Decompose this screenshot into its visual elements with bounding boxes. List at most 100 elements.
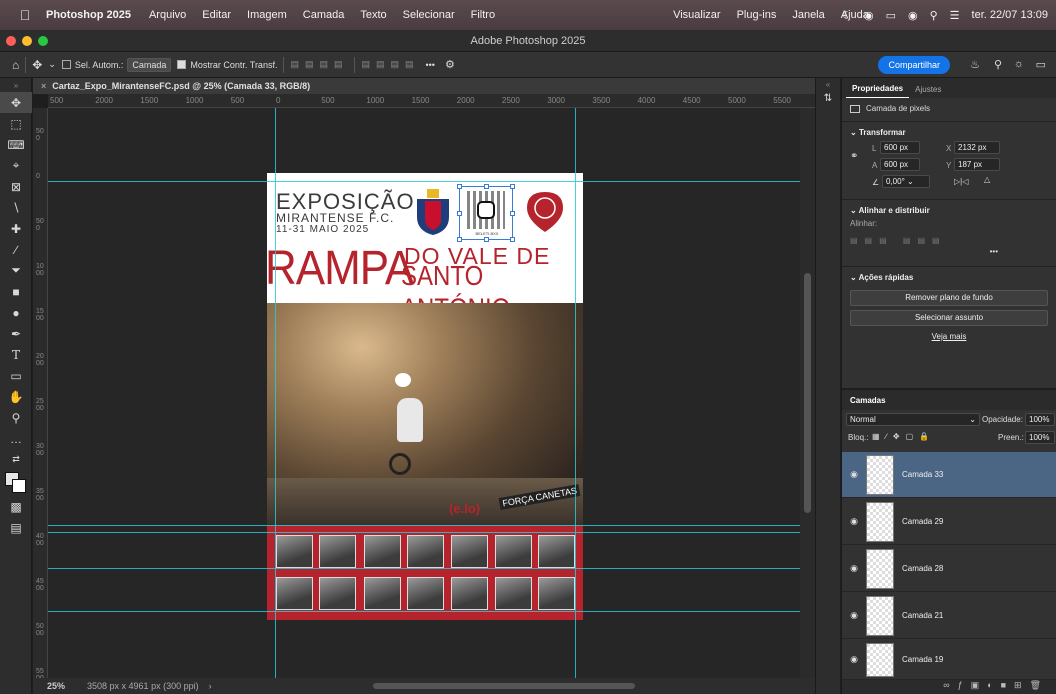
collapse-panels-icon[interactable]: « xyxy=(816,80,840,89)
flip-horizontal-icon[interactable]: ▷|◁ xyxy=(954,177,968,186)
auto-select-checkbox[interactable] xyxy=(61,60,71,69)
canvas-area[interactable]: EXPOSIÇÃO MIRANTENSE F.C. 11-31 MAIO 202… xyxy=(48,108,800,678)
moon-icon[interactable]: ☾ xyxy=(842,9,852,22)
height-field[interactable]: 600 px xyxy=(880,158,920,171)
crop-tool[interactable]: ⌖ xyxy=(0,155,32,176)
ruler-horizontal[interactable]: 500 2000 1500 1000 500 0 500 1000 1500 2000 2500 30… xyxy=(48,94,815,108)
move-tool-icon[interactable]: ✥ xyxy=(32,58,42,72)
chevron-down-icon[interactable]: ⌄ xyxy=(48,59,56,70)
quick-actions-header[interactable]: ⌄ Ações rápidas xyxy=(842,269,1056,286)
layers-footer-actions[interactable]: ∞ƒ▣◐■⊞🗑 xyxy=(842,680,1056,694)
menu-visualizar[interactable]: Visualizar xyxy=(673,9,721,21)
horizontal-scroll-thumb[interactable] xyxy=(373,683,635,689)
brush-tool[interactable]: ∕ xyxy=(0,239,32,260)
move-tool[interactable]: ✥ xyxy=(0,92,32,113)
color-swatches[interactable] xyxy=(0,470,32,496)
apple-icon[interactable]:  xyxy=(12,7,38,23)
guide-vertical[interactable] xyxy=(275,108,276,678)
guide-horizontal[interactable] xyxy=(48,611,800,612)
more-options-button[interactable]: ••• xyxy=(425,60,434,70)
lock-buttons-group[interactable]: ▦∕✥▢🔒 xyxy=(872,432,935,441)
status-chevron-icon[interactable]: › xyxy=(209,681,212,691)
pen-tool[interactable]: ✒ xyxy=(0,323,32,344)
guide-horizontal[interactable] xyxy=(48,525,800,526)
wifi-icon[interactable]: ◉ xyxy=(908,9,918,22)
menu-texto[interactable]: Texto xyxy=(360,9,386,21)
gradient-tool[interactable]: ■ xyxy=(0,281,32,302)
visibility-eye-icon[interactable]: ◉ xyxy=(842,654,866,665)
hand-tool[interactable]: ✋ xyxy=(0,386,32,407)
align-buttons-row[interactable]: ▤▤▤ ▤▤▤ xyxy=(842,228,1056,245)
guide-vertical[interactable] xyxy=(575,108,576,678)
vertical-scrollbar[interactable] xyxy=(800,108,815,678)
share-button[interactable]: Compartilhar xyxy=(878,56,950,74)
link-dimensions-icon[interactable]: ⚭ xyxy=(850,151,858,162)
healing-brush-tool[interactable]: ✚ xyxy=(0,218,32,239)
layer-row-camada-21[interactable]: ◉ Camada 21 xyxy=(842,593,1056,639)
visibility-eye-icon[interactable]: ◉ xyxy=(842,469,866,480)
workspace-icon[interactable]: ▭ xyxy=(1036,58,1046,71)
guide-horizontal[interactable] xyxy=(48,568,800,569)
flip-vertical-icon[interactable]: △ xyxy=(984,175,990,184)
zoom-tool[interactable]: ⚲ xyxy=(0,407,32,428)
screen-mode-button[interactable]: ▤ xyxy=(0,517,32,538)
document-tab[interactable]: × Cartaz_Expo_MirantenseFC.psd @ 25% (Ca… xyxy=(33,78,815,94)
app-menu[interactable]: Photoshop 2025 xyxy=(46,9,131,21)
zoom-level[interactable]: 25% xyxy=(47,681,65,691)
menu-filtro[interactable]: Filtro xyxy=(471,9,495,21)
auto-select-target-dropdown[interactable]: Camada xyxy=(127,57,172,72)
remove-background-button[interactable]: Remover plano de fundo xyxy=(850,290,1048,306)
eyedropper-tool[interactable]: ∖ xyxy=(0,197,32,218)
menu-plugins[interactable]: Plug-ins xyxy=(737,9,777,21)
tab-adjustments[interactable]: Ajustes xyxy=(909,81,947,98)
type-tool[interactable]: T xyxy=(0,344,32,365)
distribute-buttons-group[interactable]: ▤▤▤▤ xyxy=(361,59,419,70)
layer-row-camada-19[interactable]: ◉ Camada 19 xyxy=(842,640,1056,680)
more-tools-button[interactable]: … xyxy=(0,428,32,449)
user-circle-icon[interactable]: ◉ xyxy=(864,9,874,22)
battery-icon[interactable]: ▭ xyxy=(886,9,896,22)
align-more-button[interactable]: ••• xyxy=(842,245,1056,264)
layer-row-camada-33[interactable]: ◉ Camada 33 xyxy=(842,452,1056,498)
settings-gear-icon[interactable]: ⚙ xyxy=(445,58,455,71)
menu-imagem[interactable]: Imagem xyxy=(247,9,287,21)
background-color-swatch[interactable] xyxy=(12,479,26,493)
shape-tool[interactable]: ▭ xyxy=(0,365,32,386)
menu-janela[interactable]: Janela xyxy=(792,9,824,21)
opacity-field[interactable]: 100% xyxy=(1025,413,1055,426)
visibility-eye-icon[interactable]: ◉ xyxy=(842,516,866,527)
visibility-eye-icon[interactable]: ◉ xyxy=(842,610,866,621)
angle-field[interactable]: 0,00° ⌄ xyxy=(882,175,930,188)
poster-document[interactable]: EXPOSIÇÃO MIRANTENSE F.C. 11-31 MAIO 202… xyxy=(265,173,583,620)
marquee-tool[interactable]: ⬚ xyxy=(0,113,32,134)
ruler-vertical[interactable]: 500 0 500 1000 1500 2000 2500 3000 3500 4000 4500 5… xyxy=(33,108,48,682)
guide-horizontal[interactable] xyxy=(48,532,800,533)
visibility-eye-icon[interactable]: ◉ xyxy=(842,563,866,574)
menubar-clock[interactable]: ter. 22/07 13:09 xyxy=(972,9,1048,21)
blend-mode-dropdown[interactable]: Normal ⌄ xyxy=(846,413,980,426)
layer-row-camada-29[interactable]: ◉ Camada 29 xyxy=(842,499,1056,545)
x-position-field[interactable]: 2132 px xyxy=(954,141,1000,154)
clone-stamp-tool[interactable]: ⏷ xyxy=(0,260,32,281)
align-section-header[interactable]: ⌄ Alinhar e distribuir xyxy=(842,202,1056,219)
close-tab-icon[interactable]: × xyxy=(41,81,46,91)
spotlight-search-icon[interactable]: ⚲ xyxy=(930,9,938,22)
see-more-link[interactable]: Veja mais xyxy=(842,332,1056,341)
y-position-field[interactable]: 187 px xyxy=(954,158,1000,171)
tab-properties[interactable]: Propriedades xyxy=(846,80,910,98)
menu-camada[interactable]: Camada xyxy=(303,9,345,21)
align-buttons-group[interactable]: ▤▤▤▤ xyxy=(290,59,348,70)
menu-arquivo[interactable]: Arquivo xyxy=(149,9,186,21)
vertical-scroll-thumb[interactable] xyxy=(804,273,811,513)
history-icon[interactable]: ⇅ xyxy=(816,93,840,104)
select-subject-button[interactable]: Selecionar assunto xyxy=(850,310,1048,326)
bell-icon[interactable]: ♨ xyxy=(970,58,980,71)
home-icon[interactable]: ⌂ xyxy=(12,58,19,72)
layer-row-camada-28[interactable]: ◉ Camada 28 xyxy=(842,546,1056,592)
search-icon[interactable]: ⚲ xyxy=(994,58,1002,71)
object-selection-tool[interactable]: ⌨ xyxy=(0,134,32,155)
dodge-tool[interactable]: ● xyxy=(0,302,32,323)
transform-section-header[interactable]: ⌄ Transformar xyxy=(842,124,1056,141)
fill-field[interactable]: 100% xyxy=(1025,431,1055,444)
qr-code-selection[interactable]: BELETI.BXX xyxy=(457,184,515,242)
